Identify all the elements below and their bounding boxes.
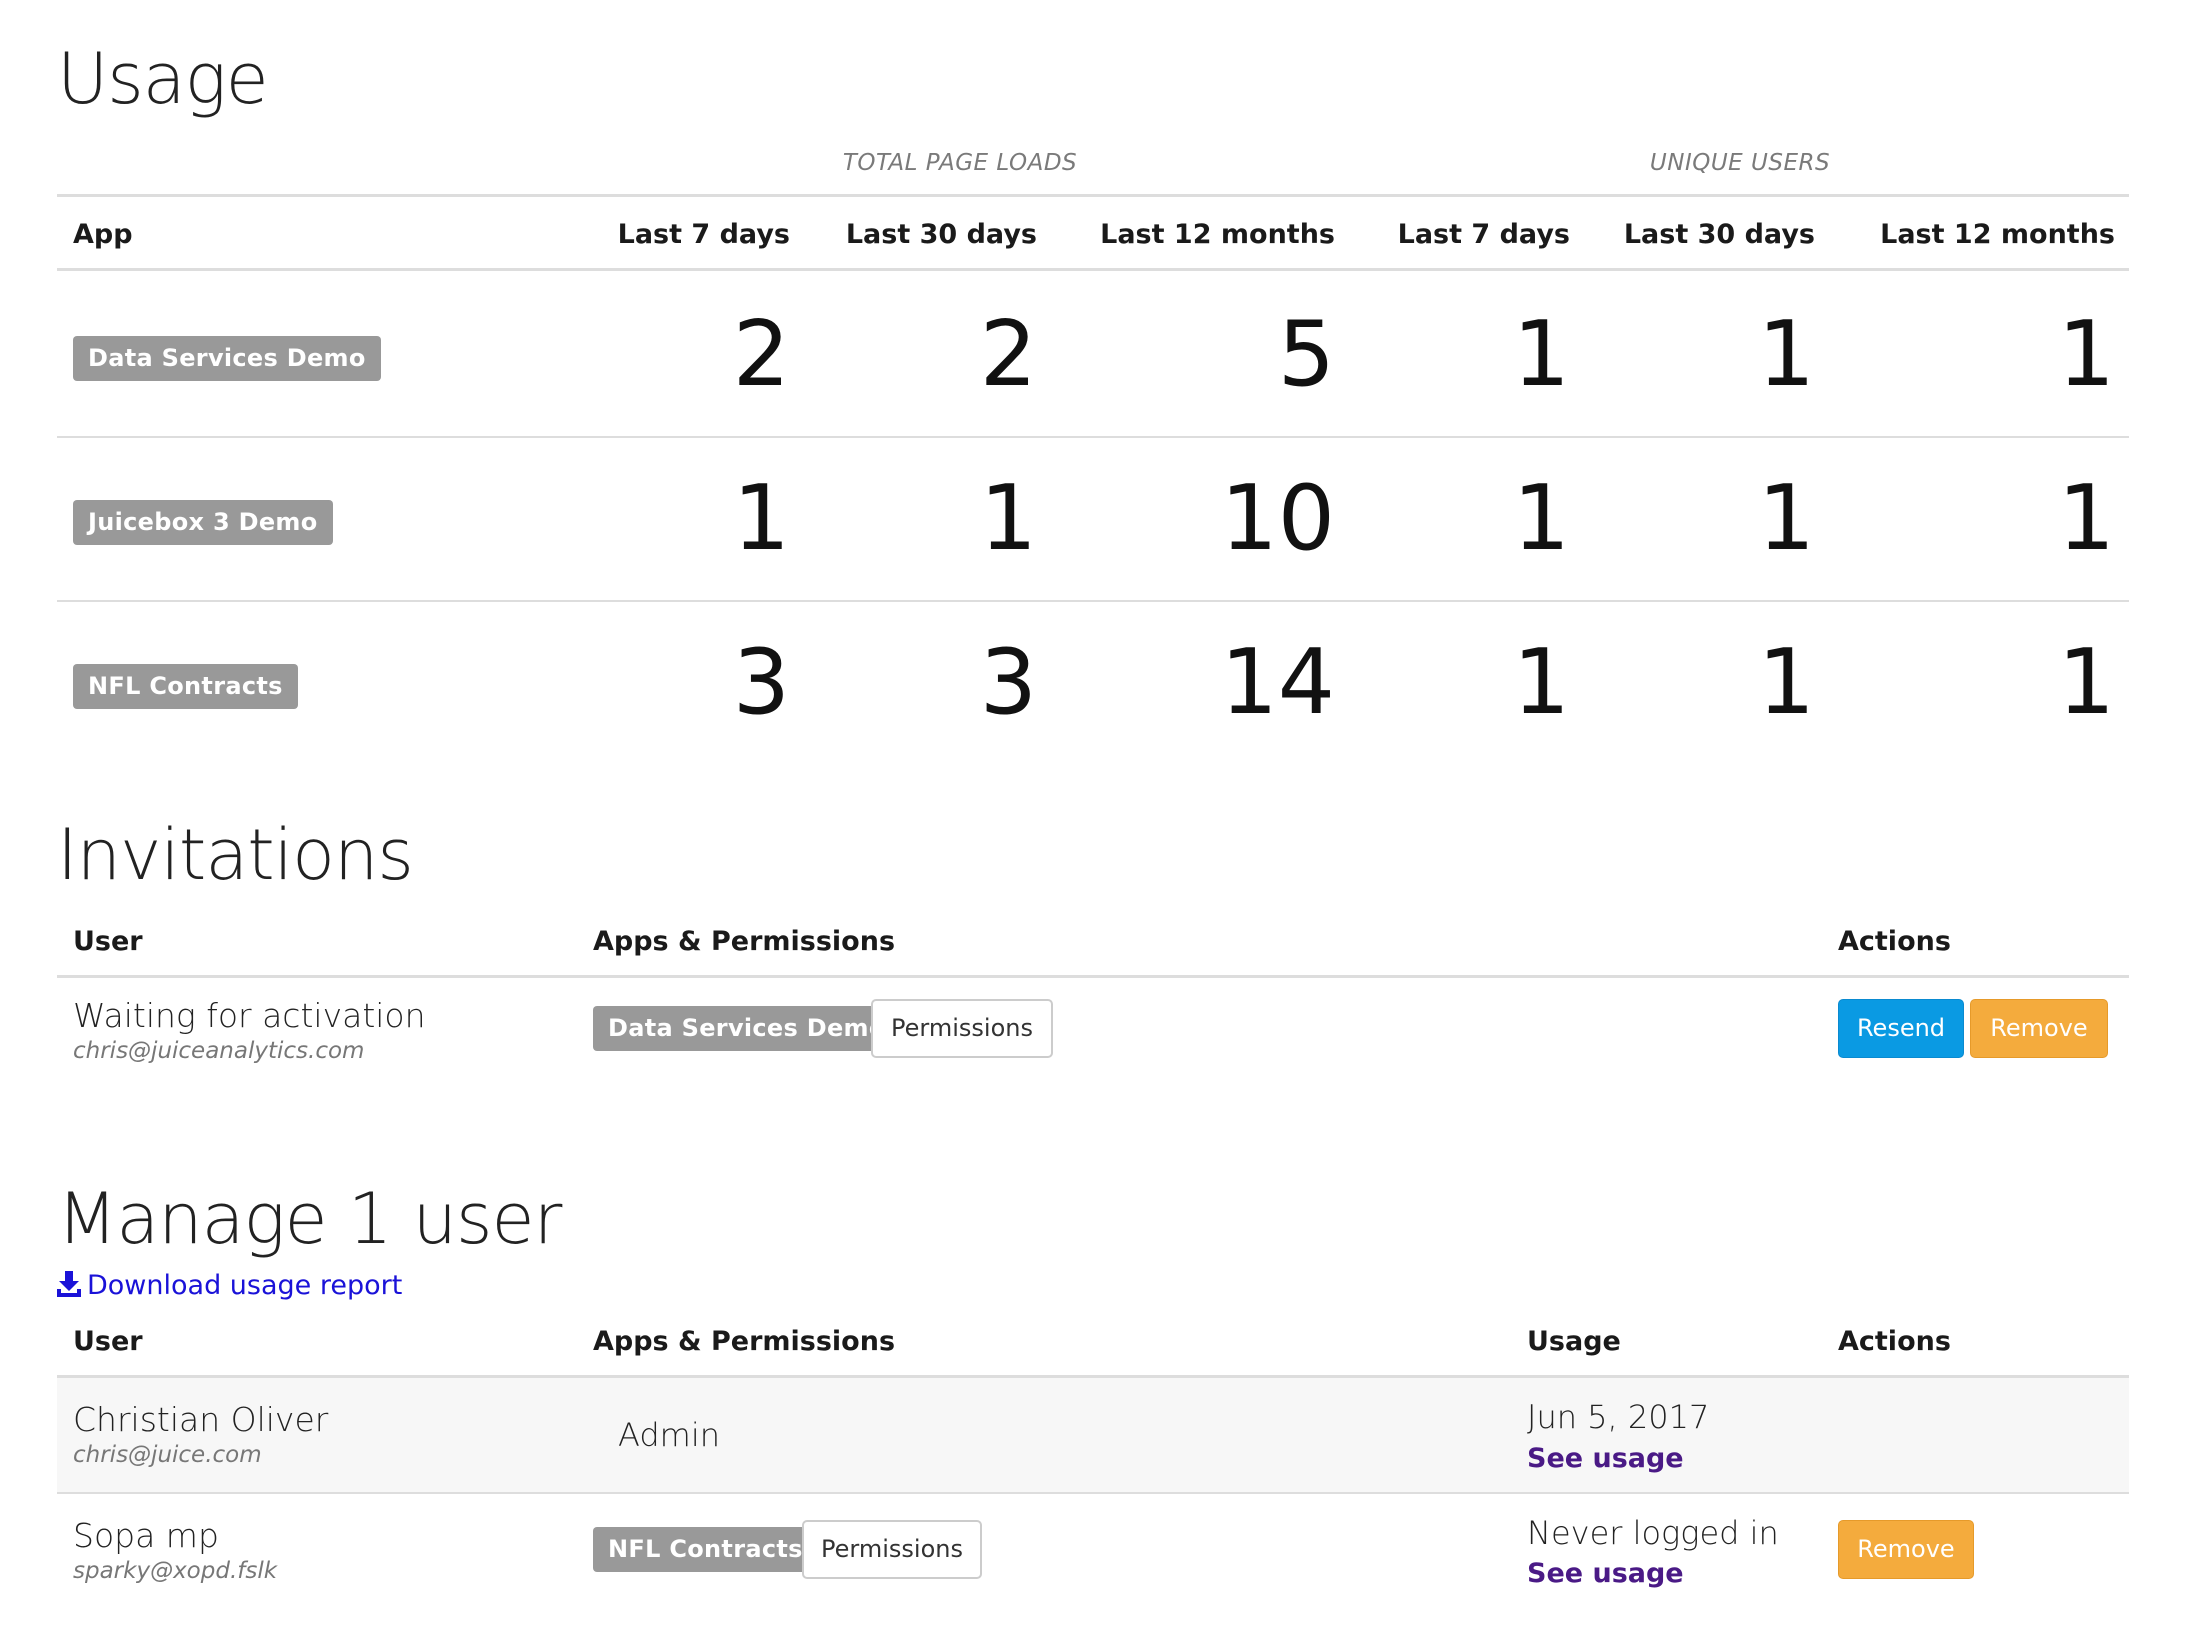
value-page-loads-30d: 3 bbox=[979, 630, 1037, 735]
group-label-unique-users: UNIQUE USERS bbox=[1649, 150, 1831, 176]
column-header-usage: Usage bbox=[1527, 1326, 1621, 1357]
app-badge[interactable]: Juicebox 3 Demo bbox=[73, 500, 333, 545]
divider bbox=[57, 194, 2129, 197]
invite-user-email: chris@juiceanalytics.com bbox=[73, 1038, 365, 1064]
see-usage-link[interactable]: See usage bbox=[1527, 1558, 1684, 1589]
value-page-loads-30d: 2 bbox=[979, 302, 1037, 407]
table-row bbox=[57, 1378, 2129, 1492]
manage-users-title: Manage 1 user bbox=[57, 1178, 562, 1260]
value-unique-users-7d: 1 bbox=[1512, 466, 1570, 571]
column-header-unique-users-12m: Last 12 months bbox=[1880, 219, 2115, 250]
column-header-actions: Actions bbox=[1838, 1326, 1951, 1357]
value-page-loads-7d: 3 bbox=[732, 630, 790, 735]
user-email: chris@juice.com bbox=[73, 1442, 262, 1468]
last-usage-date: Never logged in bbox=[1527, 1514, 1779, 1552]
last-usage-date: Jun 5, 2017 bbox=[1527, 1398, 1710, 1436]
column-header-user: User bbox=[73, 1326, 143, 1357]
permissions-button[interactable]: Permissions bbox=[802, 1520, 982, 1579]
value-unique-users-7d: 1 bbox=[1512, 630, 1570, 735]
value-unique-users-7d: 1 bbox=[1512, 302, 1570, 407]
column-header-apps-permissions: Apps & Permissions bbox=[593, 1326, 896, 1357]
value-page-loads-12m: 14 bbox=[1220, 630, 1335, 735]
divider bbox=[57, 1492, 2129, 1494]
divider bbox=[57, 436, 2129, 438]
value-unique-users-12m: 1 bbox=[2057, 466, 2115, 571]
column-header-page-loads-12m: Last 12 months bbox=[1100, 219, 1335, 250]
user-email: sparky@xopd.fslk bbox=[73, 1558, 278, 1584]
value-unique-users-12m: 1 bbox=[2057, 630, 2115, 735]
value-unique-users-30d: 1 bbox=[1757, 630, 1815, 735]
download-icon bbox=[57, 1271, 81, 1297]
column-header-page-loads-7d: Last 7 days bbox=[617, 219, 790, 250]
user-name: Sopa mp bbox=[73, 1516, 219, 1555]
invite-user-name: Waiting for activation bbox=[73, 996, 426, 1035]
value-unique-users-30d: 1 bbox=[1757, 302, 1815, 407]
value-unique-users-12m: 1 bbox=[2057, 302, 2115, 407]
remove-button[interactable]: Remove bbox=[1838, 1520, 1974, 1579]
value-page-loads-7d: 1 bbox=[732, 466, 790, 571]
group-label-total-page-loads: TOTAL PAGE LOADS bbox=[842, 150, 1078, 176]
column-header-user: User bbox=[73, 926, 143, 957]
usage-title: Usage bbox=[57, 38, 269, 120]
download-usage-report-label: Download usage report bbox=[87, 1270, 403, 1301]
remove-button[interactable]: Remove bbox=[1970, 999, 2108, 1058]
column-header-unique-users-7d: Last 7 days bbox=[1397, 219, 1570, 250]
divider bbox=[57, 975, 2129, 978]
app-badge[interactable]: NFL Contracts bbox=[593, 1527, 818, 1572]
value-page-loads-30d: 1 bbox=[979, 466, 1037, 571]
download-usage-report-link[interactable]: Download usage report bbox=[57, 1270, 402, 1301]
user-role: Admin bbox=[618, 1416, 720, 1454]
invitations-title: Invitations bbox=[57, 814, 414, 896]
value-page-loads-7d: 2 bbox=[732, 302, 790, 407]
user-name: Christian Oliver bbox=[73, 1400, 329, 1439]
column-header-apps-permissions: Apps & Permissions bbox=[593, 926, 896, 957]
divider bbox=[57, 600, 2129, 602]
column-header-actions: Actions bbox=[1838, 926, 1951, 957]
column-header-app: App bbox=[73, 219, 133, 250]
resend-button[interactable]: Resend bbox=[1838, 999, 1964, 1058]
see-usage-link[interactable]: See usage bbox=[1527, 1443, 1684, 1474]
permissions-button[interactable]: Permissions bbox=[871, 999, 1053, 1058]
app-badge[interactable]: NFL Contracts bbox=[73, 664, 298, 709]
app-badge[interactable]: Data Services Demo bbox=[73, 336, 381, 381]
value-page-loads-12m: 5 bbox=[1277, 302, 1335, 407]
value-unique-users-30d: 1 bbox=[1757, 466, 1815, 571]
divider bbox=[57, 268, 2129, 271]
value-page-loads-12m: 10 bbox=[1220, 466, 1335, 571]
column-header-page-loads-30d: Last 30 days bbox=[845, 219, 1037, 250]
column-header-unique-users-30d: Last 30 days bbox=[1623, 219, 1815, 250]
app-badge[interactable]: Data Services Demo bbox=[593, 1006, 901, 1051]
